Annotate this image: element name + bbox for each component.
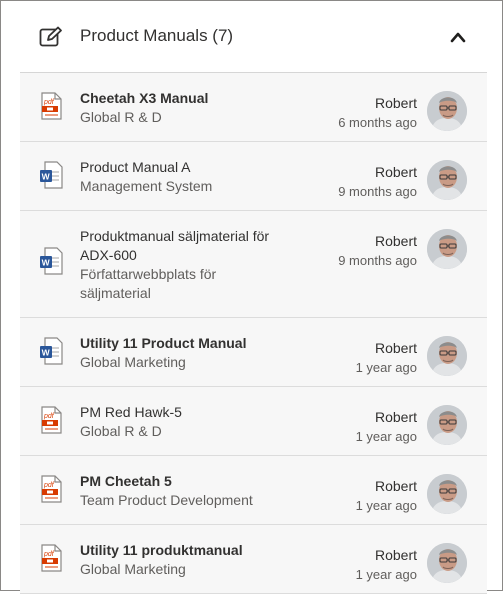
document-text: Product Manual A Management System <box>80 158 270 196</box>
svg-text:pdf: pdf <box>43 482 55 489</box>
document-meta: Robert 1 year ago <box>356 408 417 446</box>
document-location: Management System <box>80 178 213 194</box>
document-name[interactable]: Utility 11 Product Manual <box>80 334 270 353</box>
author-name: Robert <box>374 409 417 425</box>
svg-text:W: W <box>42 348 51 358</box>
pdf-icon: pdf <box>39 406 63 434</box>
section-title: Product Manuals (7) <box>80 26 234 45</box>
author-name: Robert <box>374 164 417 180</box>
document-row[interactable]: pdf PM Red Hawk-5 Global R & D Robert 1 year… <box>20 387 487 456</box>
document-meta: Robert 6 months ago <box>338 94 417 132</box>
document-meta: Robert 1 year ago <box>356 477 417 515</box>
word-icon: W <box>39 161 63 189</box>
modified-time: 1 year ago <box>355 360 417 375</box>
svg-text:pdf: pdf <box>43 99 55 106</box>
author-name: Robert <box>374 233 417 249</box>
document-location: Global Marketing <box>80 354 186 370</box>
document-row[interactable]: W Product Manual A Management System Robert… <box>20 142 487 211</box>
document-location: Global Marketing <box>80 561 186 577</box>
author-name: Robert <box>374 340 417 356</box>
document-name[interactable]: PM Red Hawk-5 <box>80 403 270 422</box>
document-row[interactable]: pdf Utility 11 produktmanual Global Market… <box>20 525 487 594</box>
avatar[interactable] <box>427 405 467 445</box>
pdf-icon: pdf <box>39 92 63 120</box>
svg-text:pdf: pdf <box>43 551 55 558</box>
document-name[interactable]: Utility 11 produktmanual <box>80 541 270 560</box>
modified-time: 1 year ago <box>355 498 417 513</box>
avatar[interactable] <box>427 543 467 583</box>
document-name[interactable]: Produktmanual säljmaterial för ADX-600 <box>80 227 270 265</box>
document-location: Global R & D <box>80 423 162 439</box>
avatar[interactable] <box>427 160 467 200</box>
pdf-icon: pdf <box>39 544 63 572</box>
document-text: PM Red Hawk-5 Global R & D <box>80 403 270 441</box>
svg-text:W: W <box>42 172 51 182</box>
pdf-icon: pdf <box>39 475 63 503</box>
document-location: Global R & D <box>80 109 162 125</box>
document-name[interactable]: PM Cheetah 5 <box>80 472 270 491</box>
avatar[interactable] <box>427 336 467 376</box>
modified-time: 6 months ago <box>338 115 417 130</box>
author-name: Robert <box>374 95 417 111</box>
document-text: Utility 11 produktmanual Global Marketing <box>80 541 270 579</box>
chevron-up-icon[interactable] <box>449 29 467 45</box>
svg-text:W: W <box>42 258 51 268</box>
section-header[interactable]: Product Manuals (7) <box>20 1 487 73</box>
author-name: Robert <box>374 547 417 563</box>
document-row[interactable]: pdf Cheetah X3 Manual Global R & D Robert 6 … <box>20 73 487 142</box>
document-meta: Robert 1 year ago <box>356 339 417 377</box>
word-icon: W <box>39 337 63 365</box>
edit-icon <box>39 26 62 47</box>
document-name[interactable]: Product Manual A <box>80 158 270 177</box>
document-meta: Robert 9 months ago <box>338 232 417 270</box>
author-name: Robert <box>374 478 417 494</box>
document-location: Författarwebbplats för säljmaterial <box>80 266 217 301</box>
modified-time: 9 months ago <box>338 184 417 199</box>
product-manuals-panel: Product Manuals (7) pdf Cheetah X3 Manual… <box>0 0 503 594</box>
document-text: Utility 11 Product Manual Global Marketin… <box>80 334 270 372</box>
document-row[interactable]: W Produktmanual säljmaterial för ADX-600 F… <box>20 211 487 318</box>
document-meta: Robert 9 months ago <box>338 163 417 201</box>
document-text: PM Cheetah 5 Team Product Development <box>80 472 270 510</box>
avatar[interactable] <box>427 474 467 514</box>
modified-time: 1 year ago <box>355 429 417 444</box>
avatar[interactable] <box>427 229 467 269</box>
modified-time: 1 year ago <box>355 567 417 582</box>
avatar[interactable] <box>427 91 467 131</box>
document-text: Produktmanual säljmaterial för ADX-600 Fö… <box>80 227 270 303</box>
document-location: Team Product Development <box>80 492 253 508</box>
svg-text:pdf: pdf <box>43 413 55 420</box>
document-row[interactable]: W Utility 11 Product Manual Global Marketi… <box>20 318 487 387</box>
document-row[interactable]: pdf PM Cheetah 5 Team Product Development R… <box>20 456 487 525</box>
modified-time: 9 months ago <box>338 253 417 268</box>
document-text: Cheetah X3 Manual Global R & D <box>80 89 270 127</box>
word-icon: W <box>39 247 63 275</box>
document-name[interactable]: Cheetah X3 Manual <box>80 89 270 108</box>
document-meta: Robert 1 year ago <box>356 546 417 584</box>
